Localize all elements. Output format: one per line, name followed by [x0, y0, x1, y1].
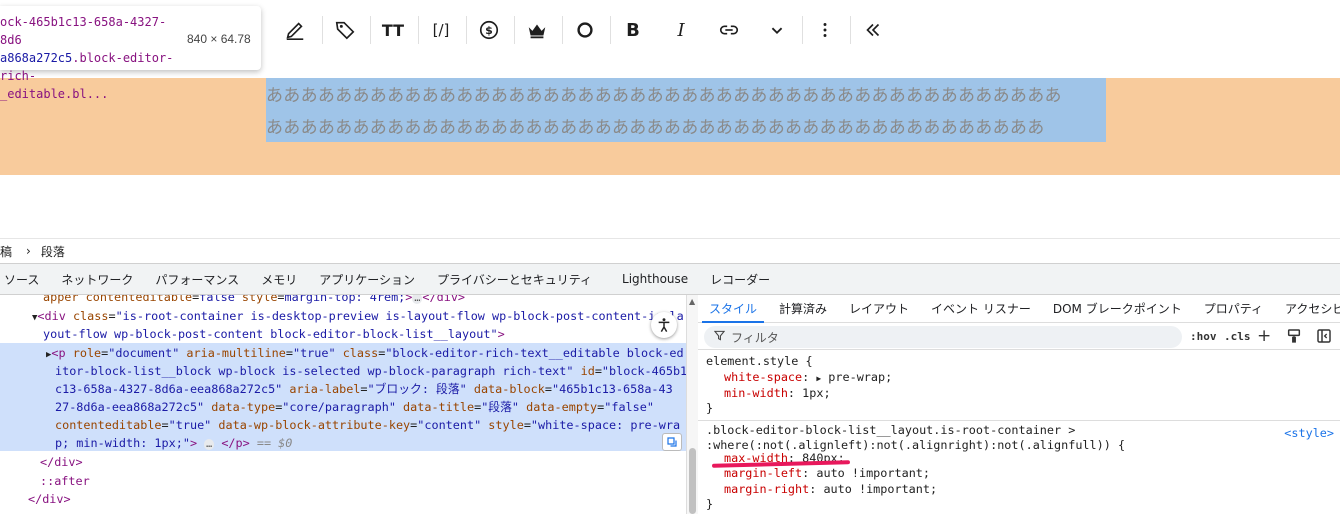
tab-computed[interactable]: 計算済み [768, 295, 838, 323]
bold-icon[interactable]: B [617, 14, 649, 46]
tree-line-selected[interactable]: contenteditable="true" data-wp-block-att… [55, 416, 686, 434]
toolbar-divider [418, 16, 419, 44]
tab-dom-breakpoints[interactable]: DOM ブレークポイント [1042, 295, 1193, 323]
svg-text:$: $ [485, 24, 493, 37]
tree-line[interactable]: ▼<div class="is-root-container is-deskto… [32, 307, 686, 327]
css-declaration[interactable]: min-width: 1px; [724, 386, 831, 402]
paint-brush-icon[interactable] [1286, 328, 1304, 346]
paragraph-line: ああああああああああああああああああああああああああああああああああああああああ… [266, 118, 1045, 138]
tree-line[interactable]: </div> [40, 453, 686, 471]
tree-line[interactable]: </div> [28, 490, 686, 508]
elements-scrollbar[interactable]: ▲ [686, 295, 698, 514]
toolbar-divider [466, 16, 467, 44]
paragraph-line: ああああああああああああああああああああああああああああああああああああああああ… [266, 86, 1062, 106]
style-source-link[interactable]: <style> [1284, 426, 1334, 440]
breadcrumb-separator-icon: › [26, 244, 31, 258]
devtools-tabs: ソース ネットワーク パフォーマンス メモリ アプリケーション プライバシーとセ… [0, 263, 1340, 295]
tab-memory[interactable]: メモリ [249, 271, 307, 288]
css-declaration[interactable]: margin-left: auto !important; [724, 466, 930, 482]
breadcrumb-item-paragraph[interactable]: 段落 [41, 243, 71, 260]
tab-properties[interactable]: プロパティ [1193, 295, 1274, 323]
toolbar-divider [562, 16, 563, 44]
scroll-up-icon[interactable]: ▲ [689, 297, 695, 306]
tooltip-dimensions: 840 × 64.78 [187, 32, 251, 46]
css-declaration[interactable]: margin-right: auto !important; [724, 482, 937, 498]
elements-tree[interactable]: apper contenteditable=false style=margin… [0, 295, 686, 514]
accessibility-icon[interactable] [651, 312, 677, 338]
shortcode-icon[interactable]: [/] [425, 14, 457, 46]
link-icon[interactable] [713, 14, 745, 46]
scrollbar-thumb[interactable] [689, 448, 696, 514]
dollar-icon[interactable]: $ [473, 14, 505, 46]
breadcrumb: 稿 › 段落 [0, 238, 1340, 263]
tab-privacy-security[interactable]: プライバシーとセキュリティ [425, 271, 602, 288]
italic-icon[interactable]: I [665, 14, 697, 46]
toolbar-divider [610, 16, 611, 44]
tab-recorder[interactable]: レコーダー [698, 271, 780, 288]
toolbar-divider [370, 16, 371, 44]
toolbar-divider [802, 16, 803, 44]
paragraph-block[interactable]: ああああああああああああああああああああああああああああああああああああああああ… [266, 80, 1106, 144]
new-rule-icon[interactable]: + [1257, 326, 1271, 346]
filter-icon [713, 330, 726, 344]
toolbar-divider [850, 16, 851, 44]
css-rule-close: } [706, 497, 714, 511]
tree-line[interactable]: yout-flow wp-block-post-content block-ed… [43, 325, 686, 343]
more-vertical-icon[interactable] [809, 14, 841, 46]
filter-row: フィルタ :hov .cls + [698, 324, 1340, 350]
tab-network[interactable]: ネットワーク [49, 271, 143, 288]
hov-button[interactable]: :hov [1190, 330, 1217, 343]
tab-event-listeners[interactable]: イベント リスナー [920, 295, 1042, 323]
toolbar-divider [322, 16, 323, 44]
block-toolbar: TT [/] $ B I [260, 0, 1340, 62]
styles-pane: スタイル 計算済み レイアウト イベント リスナー DOM ブレークポイント プ… [698, 295, 1340, 514]
sidebar-toggle-icon[interactable] [1316, 328, 1334, 346]
inspect-tooltip: ock-465b1c13-658a-4327-8d6 a868a272c5.bl… [0, 6, 261, 101]
pen-icon[interactable] [279, 14, 311, 46]
tab-accessibility[interactable]: アクセシビリティ [1274, 295, 1340, 323]
circle-icon[interactable] [569, 14, 601, 46]
tree-line-selected[interactable]: c13-658a-4327-8d6a-eea868a272c5" aria-la… [55, 380, 686, 398]
tab-performance[interactable]: パフォーマンス [143, 271, 249, 288]
tab-layout[interactable]: レイアウト [838, 295, 920, 323]
collapse-icon[interactable] [857, 14, 889, 46]
styles-tabs: スタイル 計算済み レイアウト イベント リスナー DOM ブレークポイント プ… [698, 295, 1340, 323]
tree-line-selected[interactable]: ▶<p role="document" aria-multiline="true… [46, 344, 686, 364]
tree-line-selected[interactable]: p; min-width: 1px;"> … </p> == $0 [55, 434, 686, 452]
tooltip-selector: ock-465b1c13-658a-4327-8d6 a868a272c5.bl… [0, 15, 174, 101]
crown-icon[interactable] [521, 14, 553, 46]
css-rule-close: } [706, 401, 714, 415]
copy-icon[interactable] [662, 433, 682, 451]
tree-line[interactable]: apper contenteditable=false style=margin… [43, 295, 686, 306]
tree-line-selected[interactable]: 27-8d6a-eea868a272c5" data-type="core/pa… [55, 398, 686, 416]
breadcrumb-item-document[interactable]: 稿 [0, 243, 18, 260]
tag-icon[interactable] [329, 14, 361, 46]
tab-application[interactable]: アプリケーション [307, 271, 425, 288]
toolbar-divider [514, 16, 515, 44]
tab-sources[interactable]: ソース [0, 271, 49, 288]
text-size-icon[interactable]: TT [377, 14, 409, 46]
tree-line[interactable]: ::after [40, 472, 686, 490]
tree-line-selected[interactable]: itor-block-list__block wp-block is-selec… [55, 362, 686, 380]
tab-lighthouse[interactable]: Lighthouse [602, 272, 698, 286]
css-declaration[interactable]: white-space: ▶ pre-wrap; [724, 370, 892, 387]
filter-input[interactable]: フィルタ [704, 326, 1182, 348]
filter-placeholder: フィルタ [731, 330, 779, 345]
css-rule-selector[interactable]: element.style { [706, 354, 813, 370]
tab-styles[interactable]: スタイル [698, 295, 768, 323]
cls-button[interactable]: .cls [1224, 330, 1251, 343]
chevron-down-icon[interactable] [761, 14, 793, 46]
rule-divider [698, 420, 1340, 421]
css-rule-selector[interactable]: .block-editor-block-list__layout.is-root… [706, 423, 1075, 439]
